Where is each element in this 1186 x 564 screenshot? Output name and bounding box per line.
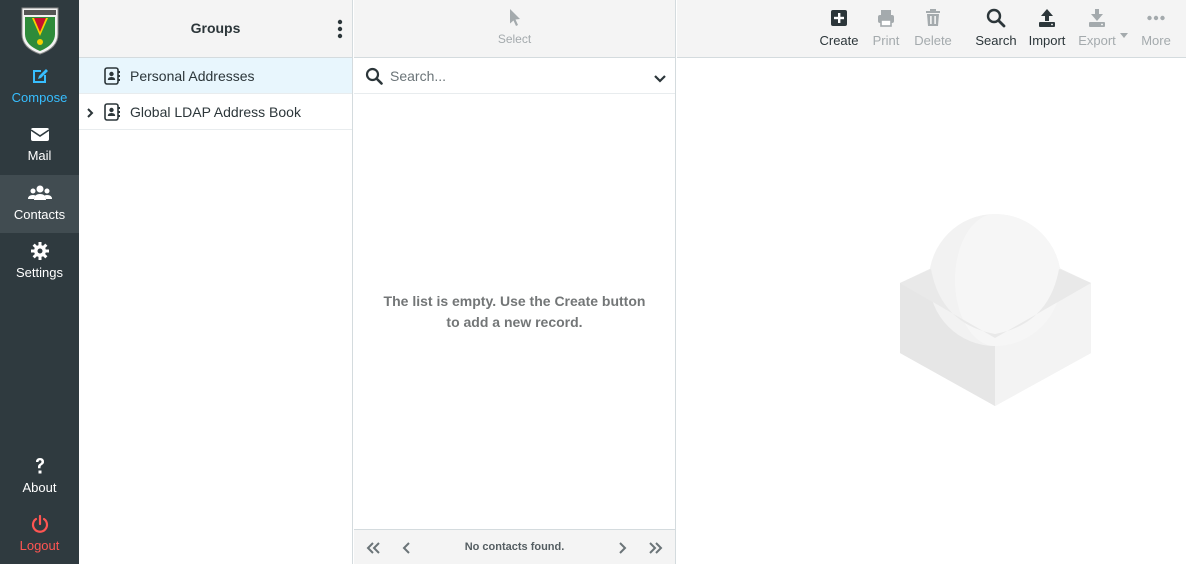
- upload-icon: [1039, 9, 1055, 27]
- chevron-down-icon[interactable]: [654, 71, 666, 83]
- users-icon: [0, 183, 79, 205]
- gear-icon: [0, 241, 79, 263]
- list-header: Select: [354, 0, 675, 58]
- group-item-global-ldap[interactable]: Global LDAP Address Book: [79, 94, 352, 130]
- select-button[interactable]: Select: [354, 8, 675, 46]
- search-button[interactable]: Search: [971, 8, 1021, 48]
- contacts-button[interactable]: Contacts: [0, 175, 79, 233]
- horizontal-dots-icon: [1147, 15, 1165, 21]
- search-icon: [986, 8, 1006, 28]
- group-item-personal-addresses[interactable]: Personal Addresses: [79, 58, 352, 94]
- trash-icon: [926, 9, 940, 26]
- pagination-bar: No contacts found.: [354, 529, 675, 564]
- vertical-dots-icon: [337, 19, 343, 39]
- logout-button[interactable]: Logout: [0, 506, 79, 564]
- download-icon: [1089, 9, 1105, 27]
- question-icon: [0, 456, 79, 478]
- search-input[interactable]: [390, 66, 640, 86]
- empty-content-watermark-icon: [899, 214, 1093, 408]
- address-book-icon: [104, 67, 120, 85]
- power-icon: [0, 514, 79, 536]
- delete-button[interactable]: Delete: [908, 8, 958, 48]
- search-icon[interactable]: [365, 67, 383, 85]
- plus-square-icon: [831, 10, 847, 26]
- next-page-icon[interactable]: [614, 541, 630, 555]
- address-book-icon: [104, 103, 120, 121]
- groups-title: Groups: [190, 20, 241, 36]
- groups-options-button[interactable]: [334, 18, 346, 40]
- export-options-caret-icon[interactable]: [1120, 26, 1128, 38]
- mail-button[interactable]: Mail: [0, 116, 79, 174]
- settings-button[interactable]: Settings: [0, 233, 79, 291]
- main-navigation: Compose Mail Contacts Settings About Log…: [0, 0, 79, 564]
- print-button[interactable]: Print: [861, 8, 911, 48]
- create-button[interactable]: Create: [814, 8, 864, 48]
- logo: [20, 4, 60, 56]
- groups-pane: Groups Personal Addresses Global LDAP Ad…: [79, 0, 353, 564]
- envelope-icon: [0, 124, 79, 146]
- empty-list-message: The list is empty. Use the Create button…: [383, 293, 646, 330]
- more-button[interactable]: More: [1131, 8, 1181, 48]
- printer-icon: [878, 10, 894, 27]
- contact-content-pane: Create Print Delete Search Import Export: [677, 0, 1186, 564]
- compose-button[interactable]: Compose: [0, 58, 79, 116]
- group-item-label: Personal Addresses: [130, 68, 255, 84]
- contacts-list-pane: Select The list is empty. Use the Create…: [354, 0, 676, 564]
- compose-icon: [0, 66, 79, 88]
- cursor-pointer-icon: [509, 9, 520, 26]
- contacts-search-bar: [354, 58, 675, 94]
- toolbar: Create Print Delete Search Import Export: [677, 0, 1186, 58]
- groups-header: Groups: [79, 0, 352, 58]
- group-item-label: Global LDAP Address Book: [130, 104, 301, 120]
- chevron-right-icon[interactable]: [85, 106, 95, 118]
- last-page-icon[interactable]: [648, 541, 664, 555]
- export-button[interactable]: Export: [1072, 8, 1122, 48]
- import-button[interactable]: Import: [1022, 8, 1072, 48]
- about-button[interactable]: About: [0, 448, 79, 506]
